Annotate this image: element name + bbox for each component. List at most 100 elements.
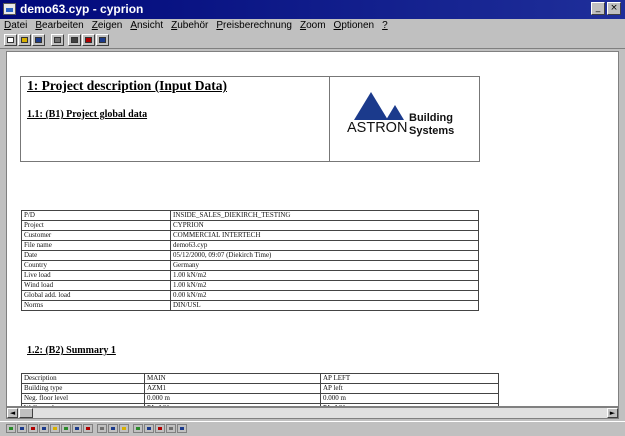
row-value: AP LEFT [320, 373, 499, 384]
row-label: Description [21, 373, 145, 384]
window-title: demo63.cyp - cyprion [20, 2, 144, 16]
preview-button[interactable] [51, 34, 64, 46]
astron-logo: ASTRON Building Systems [329, 76, 480, 162]
logo-line-2: Systems [409, 125, 455, 137]
row-label: File name [21, 240, 171, 251]
menu-mnemonic: A [130, 20, 137, 31]
menu-label-rest: ubehör [177, 20, 209, 31]
menu-help[interactable]: ? [378, 19, 392, 33]
table-row: Description MAIN AP LEFT [21, 373, 499, 384]
menu-label-rest: reisberechnung [223, 20, 292, 31]
table-row: Wind load 1.00 kN/m2 [21, 280, 479, 291]
table-row: Global add. load 0.00 kN/m2 [21, 290, 479, 301]
table-row: Neg. floor level 0.000 m 0.000 m [21, 393, 499, 404]
task-icon-1[interactable] [6, 424, 16, 433]
row-value: INSIDE_SALES_DIEKIRCH_TESTING [170, 210, 479, 221]
preview-icon [54, 37, 61, 43]
scroll-left-icon[interactable]: ◄ [7, 408, 18, 418]
task-glyph [180, 427, 184, 430]
task-glyph [122, 427, 126, 430]
task-glyph [42, 427, 46, 430]
row-value: 1.00 kN/m2 [170, 270, 479, 281]
new-button[interactable] [4, 34, 17, 46]
row-value: demo63.cyp [170, 240, 479, 251]
menu-mnemonic: ? [382, 20, 388, 31]
save-button[interactable] [32, 34, 45, 46]
row-label: Date [21, 250, 171, 261]
table-row: Customer COMMERCIAL INTERTECH [21, 230, 479, 241]
menu-ansicht[interactable]: Ansicht [126, 19, 167, 33]
scroll-right-icon[interactable]: ► [607, 408, 618, 418]
task-icon-6[interactable] [61, 424, 71, 433]
task-icon-8[interactable] [83, 424, 93, 433]
table-row: Country Germany [21, 260, 479, 271]
menu-datei[interactable]: Datei [0, 19, 31, 33]
task-glyph [86, 427, 90, 430]
row-value: AP left [320, 383, 499, 394]
task-icon-15[interactable] [166, 424, 176, 433]
menu-preisberechnung[interactable]: Preisberechnung [212, 19, 296, 33]
menu-zubeh-r[interactable]: Zubehör [167, 19, 212, 33]
menu-bearbeiten[interactable]: Bearbeiten [31, 19, 87, 33]
section-title-summary: 1.2: (B2) Summary 1 [27, 345, 116, 356]
open-button[interactable] [18, 34, 31, 46]
global-data-table: P/D INSIDE_SALES_DIEKIRCH_TESTING Project C… [21, 210, 479, 311]
section-title-global: 1.1: (B1) Project global data [27, 109, 148, 120]
table-row: Date 05/12/2000, 09:07 (Diekirch Time) [21, 250, 479, 261]
menu-zoom[interactable]: Zoom [296, 19, 330, 33]
row-value: AZM1 [144, 383, 321, 394]
print-icon [71, 37, 78, 43]
task-icon-9[interactable] [97, 424, 107, 433]
row-value: COMMERCIAL INTERTECH [170, 230, 479, 241]
print-button[interactable] [68, 34, 81, 46]
taskbar [0, 421, 625, 436]
task-icon-3[interactable] [28, 424, 38, 433]
task-icon-10[interactable] [108, 424, 118, 433]
task-icon-14[interactable] [155, 424, 165, 433]
task-glyph [64, 427, 68, 430]
menu-zeigen[interactable]: Zeigen [88, 19, 127, 33]
close-button[interactable]: × [607, 2, 621, 15]
menu-optionen[interactable]: Optionen [330, 19, 379, 33]
menu-label-rest: earbeiten [42, 20, 84, 31]
app-icon[interactable] [3, 3, 16, 15]
horizontal-scrollbar[interactable]: ◄ ► [6, 407, 619, 419]
task-icon-5[interactable] [50, 424, 60, 433]
minimize-button[interactable]: _ [591, 2, 605, 15]
help-icon [85, 37, 92, 43]
task-glyph [158, 427, 162, 430]
task-icon-11[interactable] [119, 424, 129, 433]
row-value: 1.00 kN/m2 [170, 280, 479, 291]
task-icon-4[interactable] [39, 424, 49, 433]
task-icon-13[interactable] [144, 424, 154, 433]
menu-label-rest: oom [306, 20, 326, 31]
row-label: Global add. load [21, 290, 171, 301]
row-value: 0.000 m [320, 393, 499, 404]
toolbar [0, 33, 625, 49]
open-icon [21, 37, 28, 43]
task-icon-12[interactable] [133, 424, 143, 433]
context-help-button[interactable] [96, 34, 109, 46]
row-value: 0.00 kN/m2 [170, 290, 479, 301]
scroll-thumb[interactable] [19, 408, 33, 418]
row-label: Customer [21, 230, 171, 241]
help-button[interactable] [82, 34, 95, 46]
document-view[interactable]: 1: Project description (Input Data) 1.1:… [6, 51, 619, 407]
table-row: Live load 1.00 kN/m2 [21, 270, 479, 281]
task-glyph [111, 427, 115, 430]
task-glyph [75, 427, 79, 430]
task-icon-16[interactable] [177, 424, 187, 433]
task-glyph [169, 427, 173, 430]
logo-brand: ASTRON [347, 120, 408, 136]
task-icon-2[interactable] [17, 424, 27, 433]
window-controls: _ × [591, 2, 621, 15]
task-icon-7[interactable] [72, 424, 82, 433]
logo-line-1: Building [409, 112, 453, 124]
row-label: Norms [21, 300, 171, 311]
new-icon [7, 37, 14, 43]
row-label: Live load [21, 270, 171, 281]
row-label: Building type [21, 383, 145, 394]
task-glyph [31, 427, 35, 430]
menu-label-rest: nsicht [136, 20, 164, 31]
logo-triangle-large [354, 92, 388, 120]
